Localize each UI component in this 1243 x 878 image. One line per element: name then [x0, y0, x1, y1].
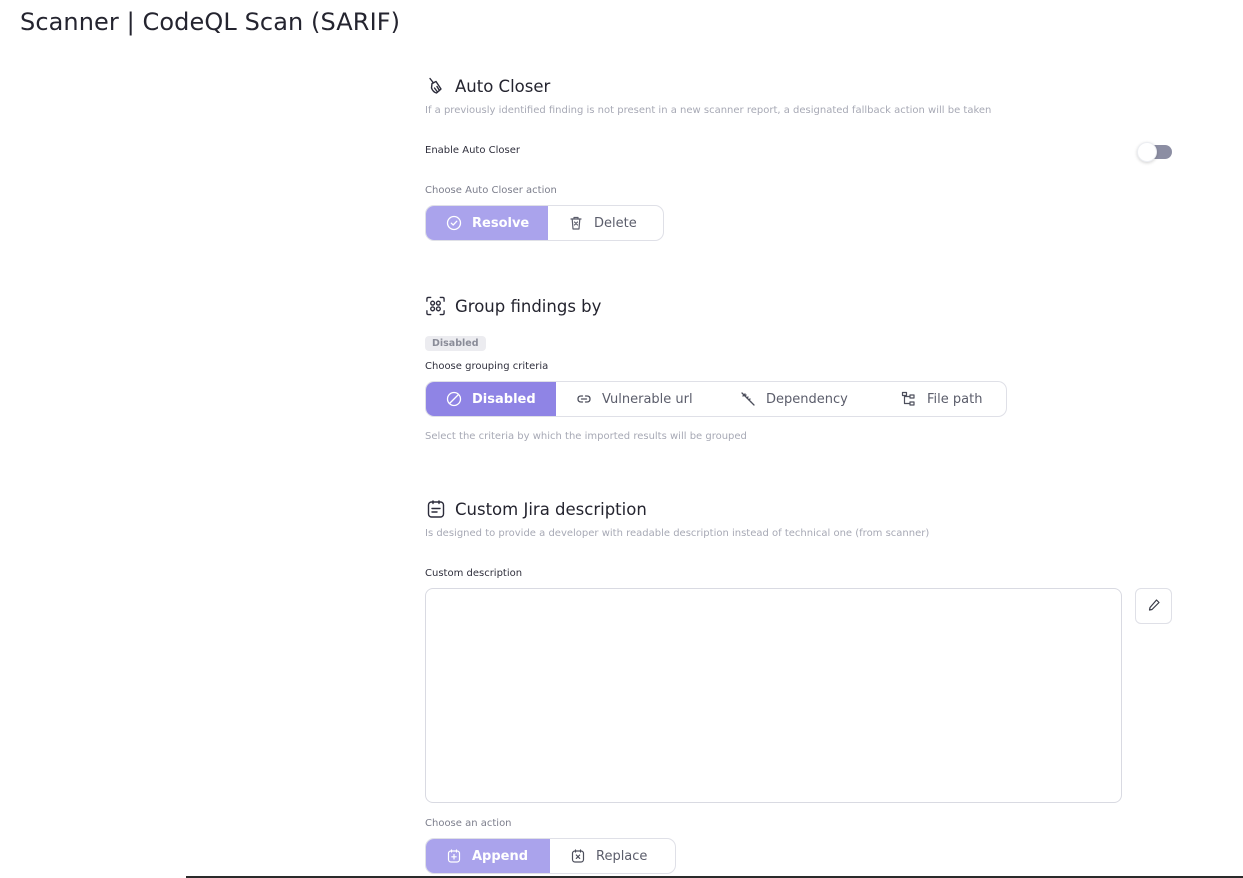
syringe-icon — [740, 391, 756, 407]
grouping-criteria-label: Choose grouping criteria — [425, 361, 549, 372]
custom-description-field[interactable] — [425, 588, 1122, 803]
grouping-title: Group findings by — [455, 296, 602, 316]
file-tree-icon — [901, 391, 917, 407]
grouping-dependency-label: Dependency — [766, 391, 848, 407]
broom-icon — [425, 76, 446, 97]
enable-auto-closer-toggle[interactable] — [1137, 142, 1172, 162]
toggle-knob — [1137, 142, 1157, 162]
grouping-file-path-label: File path — [927, 391, 983, 407]
append-label: Append — [472, 848, 529, 864]
jira-action-label: Choose an action — [425, 818, 512, 829]
enable-auto-closer-label: Enable Auto Closer — [425, 145, 520, 156]
resolve-button[interactable]: Resolve — [426, 206, 548, 240]
delete-label: Delete — [594, 215, 637, 231]
page-title: Scanner | CodeQL Scan (SARIF) — [20, 8, 401, 36]
link-icon — [576, 391, 592, 407]
auto-closer-description: If a previously identified finding is no… — [425, 105, 992, 116]
grouping-header: Group findings by — [425, 294, 1173, 318]
check-circle-icon — [446, 215, 462, 231]
append-icon — [446, 848, 462, 864]
replace-icon — [570, 848, 586, 864]
grouping-disabled-button[interactable]: Disabled — [426, 382, 556, 416]
disabled-icon — [446, 391, 462, 407]
grouping-section: Group findings by Disabled Choose groupi… — [425, 294, 1173, 449]
jira-description: Is designed to provide a developer with … — [425, 528, 930, 539]
grouping-status-badge: Disabled — [425, 336, 486, 351]
auto-closer-action-label: Choose Auto Closer action — [425, 185, 557, 196]
resolve-label: Resolve — [472, 215, 530, 231]
edit-description-button[interactable] — [1135, 588, 1172, 624]
grouping-vulnerable-url-button[interactable]: Vulnerable url — [556, 382, 720, 416]
auto-closer-title: Auto Closer — [455, 76, 551, 96]
append-button[interactable]: Append — [426, 839, 550, 873]
jira-title: Custom Jira description — [455, 499, 647, 519]
custom-description-label: Custom description — [425, 568, 523, 579]
jira-header: Custom Jira description — [425, 497, 1173, 521]
auto-closer-header: Auto Closer — [425, 74, 1173, 98]
auto-closer-action-group: Resolve Delete — [425, 205, 664, 241]
grouping-vulnerable-url-label: Vulnerable url — [602, 391, 693, 407]
jira-description-icon — [425, 499, 446, 520]
replace-label: Replace — [596, 848, 648, 864]
grouping-disabled-label: Disabled — [472, 391, 536, 407]
jira-action-group: Append Replace — [425, 838, 676, 874]
trash-icon — [568, 215, 584, 231]
group-icon — [425, 296, 446, 317]
delete-button[interactable]: Delete — [548, 206, 663, 240]
pencil-icon — [1147, 597, 1161, 616]
grouping-hint: Select the criteria by which the importe… — [425, 431, 747, 442]
jira-section: Custom Jira description Is designed to p… — [425, 497, 1173, 878]
grouping-dependency-button[interactable]: Dependency — [720, 382, 881, 416]
replace-button[interactable]: Replace — [550, 839, 675, 873]
auto-closer-section: Auto Closer If a previously identified f… — [425, 74, 1173, 244]
grouping-criteria-group: Disabled Vulnerable url Dependency File … — [425, 381, 1007, 417]
grouping-file-path-button[interactable]: File path — [881, 382, 1006, 416]
